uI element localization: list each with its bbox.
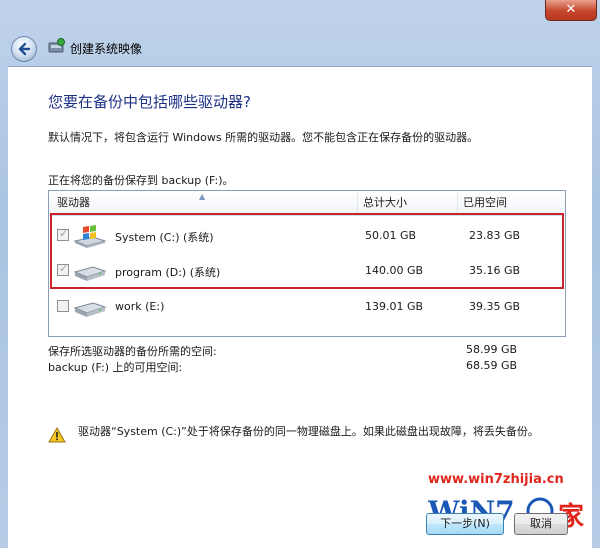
warning-icon (48, 427, 66, 443)
sort-ascending-icon: ▲ (199, 192, 206, 201)
drive-name: program (D:) (系统) (115, 266, 221, 279)
warning-message: 驱动器“System (C:)”处于将保存备份的同一物理磁盘上。如果此磁盘出现故… (78, 425, 539, 438)
hard-drive-icon (73, 302, 107, 317)
page-heading: 您要在备份中包括哪些驱动器? (48, 93, 251, 111)
column-divider[interactable] (357, 193, 358, 213)
backup-destination-text: 正在将您的备份保存到 backup (F:)。 (48, 174, 234, 187)
drive-used-space: 23.83 GB (469, 229, 521, 242)
dialog-content: 您要在备份中包括哪些驱动器? 默认情况下，将包含运行 Windows 所需的驱动… (8, 66, 592, 549)
column-header-used-space[interactable]: 已用空间 (463, 191, 507, 215)
available-space-value: 68.59 GB (466, 359, 518, 372)
drive-name: work (E:) (115, 300, 165, 313)
back-arrow-icon (18, 42, 31, 56)
drive-row-e[interactable]: work (E:) 139.01 GB 39.35 GB (49, 290, 565, 324)
back-button[interactable] (11, 36, 37, 62)
windows-drive-icon (73, 225, 107, 248)
hard-drive-icon (73, 266, 107, 281)
drive-name: System (C:) (系统) (115, 231, 214, 244)
navigation-bar: 创建系统映像 (0, 30, 600, 64)
drive-row-d[interactable]: program (D:) (系统) 140.00 GB 35.16 GB (49, 254, 565, 288)
drive-total-size: 139.01 GB (365, 300, 424, 313)
drive-total-size: 140.00 GB (365, 264, 424, 277)
drive-list[interactable]: ▲ 驱动器 总计大小 已用空间 System ( (48, 190, 566, 337)
window-frame: ✕ 创建系统映像 您要在备份中包括哪些驱动器? 默认情况下，将包含运行 Wind… (0, 0, 600, 549)
window-title: 创建系统映像 (70, 42, 143, 56)
column-header-drive[interactable]: 驱动器 (57, 191, 90, 215)
drive-row-c[interactable]: System (C:) (系统) 50.01 GB 23.83 GB (49, 219, 565, 253)
drive-total-size: 50.01 GB (365, 229, 417, 242)
backup-app-icon (48, 38, 65, 53)
include-drive-checkbox[interactable] (57, 227, 69, 241)
list-header: ▲ 驱动器 总计大小 已用空间 (49, 191, 565, 216)
drive-used-space: 39.35 GB (469, 300, 521, 313)
close-button[interactable]: ✕ (545, 0, 597, 21)
close-icon: ✕ (565, 2, 577, 17)
page-description: 默认情况下，将包含运行 Windows 所需的驱动器。您不能包含正在保存备份的驱… (48, 131, 479, 144)
include-drive-checkbox[interactable] (57, 300, 69, 312)
required-space-label: 保存所选驱动器的备份所需的空间: (48, 345, 217, 358)
cancel-button[interactable]: 取消 (514, 513, 568, 535)
next-button[interactable]: 下一步(N) (426, 513, 504, 535)
drive-used-space: 35.16 GB (469, 264, 521, 277)
watermark-url: www.win7zhijia.cn (428, 472, 564, 487)
available-space-label: backup (F:) 上的可用空间: (48, 361, 183, 374)
include-drive-checkbox[interactable] (57, 262, 69, 276)
title-bar: ✕ (0, 0, 600, 30)
column-divider[interactable] (457, 193, 458, 213)
required-space-value: 58.99 GB (466, 343, 518, 356)
column-header-total-size[interactable]: 总计大小 (363, 191, 407, 215)
